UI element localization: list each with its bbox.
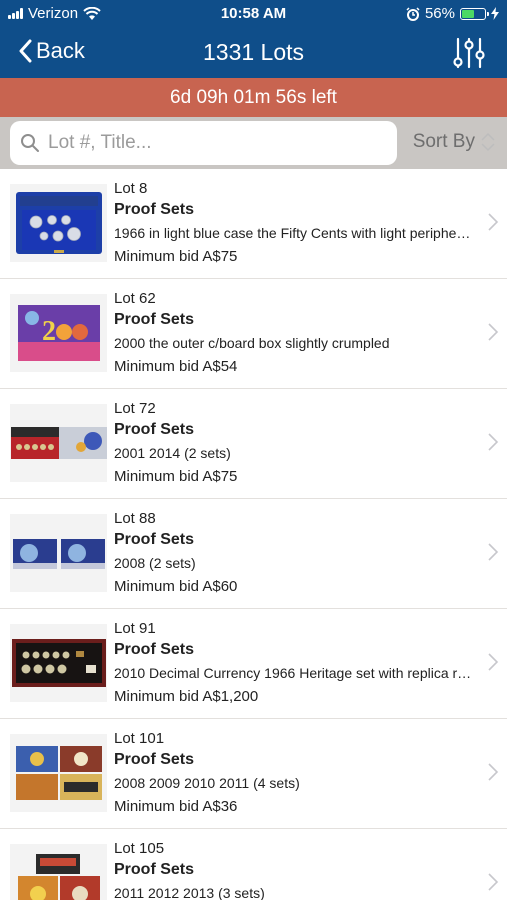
- search-box[interactable]: [10, 121, 397, 165]
- chevron-right-icon: [488, 763, 499, 781]
- lot-minimum-bid: Minimum bid A$60: [114, 578, 238, 595]
- chevron-right-icon: [488, 543, 499, 561]
- lot-category: Proof Sets: [114, 641, 195, 658]
- lot-number: Lot 72: [114, 400, 156, 417]
- chevron-right-icon: [488, 433, 499, 451]
- lot-minimum-bid: Minimum bid A$36: [114, 798, 238, 815]
- status-bar: Verizon 10:58 AM 56%: [0, 0, 507, 28]
- lot-description: 1966 in light blue case the Fifty Cents …: [114, 225, 471, 241]
- lot-number: Lot 105: [114, 840, 165, 857]
- page-title: 1331 Lots: [202, 39, 305, 65]
- chevron-right-icon: [488, 213, 499, 231]
- lot-minimum-bid: Minimum bid A$75: [114, 468, 238, 485]
- lot-row[interactable]: Lot 8 Proof Sets 1966 in light blue case…: [0, 169, 507, 279]
- lot-number: Lot 88: [114, 510, 156, 527]
- lot-description: 2000 the outer c/board box slightly crum…: [114, 335, 390, 351]
- lot-minimum-bid: Minimum bid A$54: [114, 358, 238, 375]
- alarm-icon: [406, 6, 420, 21]
- lot-row[interactable]: Lot 105 Proof Sets 2011 2012 2013 (3 set…: [0, 829, 507, 900]
- lot-thumbnail: [10, 734, 107, 812]
- lot-thumbnail: [10, 844, 107, 900]
- lot-category: Proof Sets: [114, 861, 195, 878]
- lot-number: Lot 91: [114, 620, 156, 637]
- lot-thumbnail: [10, 184, 107, 262]
- sort-by-label: Sort By: [412, 131, 475, 152]
- lot-number: Lot 62: [114, 290, 156, 307]
- lot-number: Lot 8: [114, 180, 148, 197]
- charging-icon: [491, 7, 499, 20]
- lot-thumbnail: [10, 404, 107, 482]
- lot-minimum-bid: Minimum bid A$75: [114, 248, 238, 265]
- search-icon: [21, 134, 39, 152]
- lot-description: 2001 2014 (2 sets): [114, 445, 231, 461]
- chevron-right-icon: [488, 323, 499, 341]
- lot-description: 2010 Decimal Currency 1966 Heritage set …: [114, 665, 472, 681]
- lot-row[interactable]: Lot 88 Proof Sets 2008 (2 sets) Minimum …: [0, 499, 507, 609]
- lot-description: 2011 2012 2013 (3 sets): [114, 885, 265, 900]
- lot-row[interactable]: Lot 72 Proof Sets 2001 2014 (2 sets) Min…: [0, 389, 507, 499]
- lot-description: 2008 (2 sets): [114, 555, 196, 571]
- lot-category: Proof Sets: [114, 311, 195, 328]
- chevron-right-icon: [488, 653, 499, 671]
- lot-category: Proof Sets: [114, 201, 195, 218]
- lot-thumbnail: [10, 624, 107, 702]
- lot-category: Proof Sets: [114, 421, 195, 438]
- battery-percent: 56%: [424, 5, 455, 22]
- battery-icon: [460, 7, 489, 20]
- search-input[interactable]: [48, 132, 368, 154]
- time-remaining-banner: 6d 09h 01m 56s left: [0, 78, 507, 117]
- search-area: Sort By: [0, 117, 507, 169]
- svg-text:2: 2: [42, 316, 56, 347]
- lot-category: Proof Sets: [114, 531, 195, 548]
- lot-category: Proof Sets: [114, 751, 195, 768]
- chevron-right-icon: [488, 873, 499, 891]
- lot-description: 2008 2009 2010 2011 (4 sets): [114, 775, 300, 791]
- lot-row[interactable]: 2 Lot 62 Proof Sets 2000 the outer c/boa…: [0, 279, 507, 389]
- sliders-icon[interactable]: [453, 36, 485, 70]
- lot-minimum-bid: Minimum bid A$1,200: [114, 688, 259, 705]
- lot-number: Lot 101: [114, 730, 165, 747]
- lot-thumbnail: [10, 514, 107, 592]
- lot-list: Lot 8 Proof Sets 1966 in light blue case…: [0, 169, 507, 900]
- lot-row[interactable]: Lot 101 Proof Sets 2008 2009 2010 2011 (…: [0, 719, 507, 829]
- sort-by-button[interactable]: Sort By: [413, 131, 497, 153]
- sort-arrows-icon: [481, 132, 495, 152]
- lot-row[interactable]: Lot 91 Proof Sets 2010 Decimal Currency …: [0, 609, 507, 719]
- nav-bar: Back 1331 Lots: [0, 28, 507, 78]
- lot-thumbnail: 2: [10, 294, 107, 372]
